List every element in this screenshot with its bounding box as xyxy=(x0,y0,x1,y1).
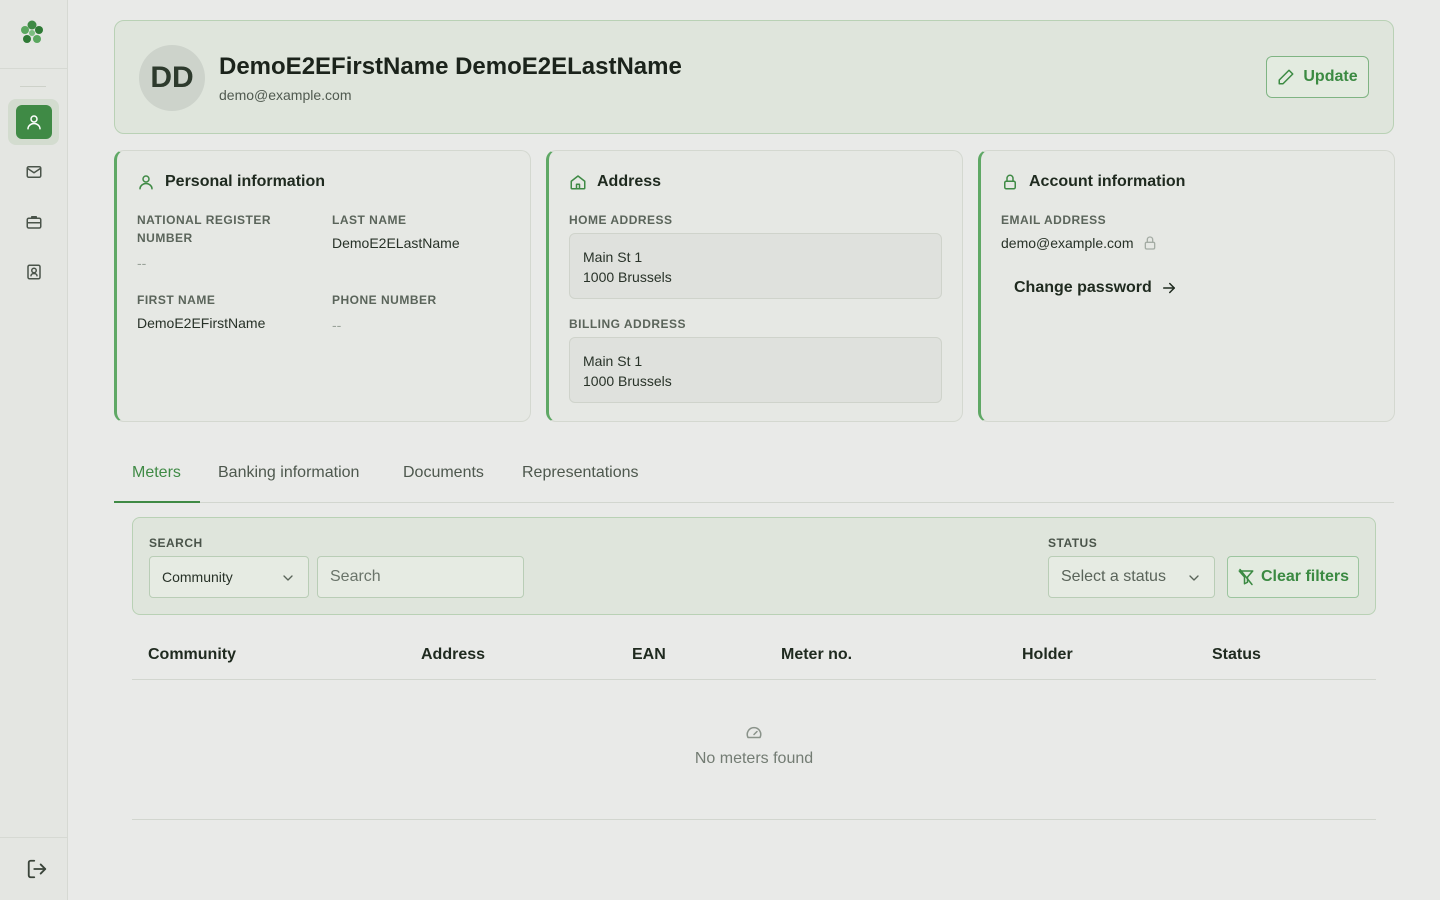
filter-clear-icon xyxy=(1238,568,1254,586)
address-title-text: Address xyxy=(597,173,662,190)
personal-info-card: Personal information NATIONAL REGISTER N… xyxy=(114,150,531,422)
tab-representations[interactable]: Representations xyxy=(522,464,639,482)
home-address-line1: Main St 1 xyxy=(583,249,643,265)
column-meter-no[interactable]: Meter no. xyxy=(781,646,852,664)
account-info-title: Account information xyxy=(1001,173,1185,191)
status-label: STATUS xyxy=(1048,536,1098,550)
last-name-label: LAST NAME xyxy=(332,213,407,227)
account-info-title-text: Account information xyxy=(1029,173,1186,190)
sidebar-item-profile-button[interactable] xyxy=(15,105,52,139)
phone-value: -- xyxy=(332,317,342,333)
home-icon xyxy=(570,175,586,190)
profile-header: DD DemoE2EFirstName DemoE2ELastName demo… xyxy=(114,20,1394,134)
status-select-placeholder: Select a status xyxy=(1061,568,1166,585)
arrow-right-icon xyxy=(1162,282,1175,294)
lock-icon xyxy=(1144,236,1155,250)
search-field-value: Community xyxy=(162,569,233,585)
column-ean[interactable]: EAN xyxy=(632,646,666,664)
email-address-label: EMAIL ADDRESS xyxy=(1001,213,1107,227)
pencil-icon xyxy=(1278,69,1294,85)
empty-state-text: No meters found xyxy=(694,750,814,767)
personal-info-title: Personal information xyxy=(137,173,325,191)
address-card: Address HOME ADDRESS Main St 1 1000 Brus… xyxy=(546,150,963,422)
first-name-label: FIRST NAME xyxy=(137,293,216,307)
chevron-down-icon xyxy=(1189,575,1199,581)
sidebar-item-messages[interactable] xyxy=(8,149,59,195)
briefcase-icon xyxy=(26,216,41,229)
billing-address-box: Main St 1 1000 Brussels xyxy=(569,337,942,403)
search-input[interactable]: Search xyxy=(317,556,524,598)
column-holder[interactable]: Holder xyxy=(1022,646,1073,664)
sidebar-divider xyxy=(0,68,67,69)
sidebar-item-jobs[interactable] xyxy=(8,199,59,245)
home-address-line2: 1000 Brussels xyxy=(583,269,672,285)
chevron-down-icon xyxy=(283,575,293,581)
email-address-value: demo@example.com xyxy=(1001,235,1134,251)
sidebar-item-contacts[interactable] xyxy=(8,249,59,295)
mail-icon xyxy=(26,166,41,178)
column-status[interactable]: Status xyxy=(1212,646,1261,664)
table-bottom-divider xyxy=(132,819,1376,820)
tab-banking-information[interactable]: Banking information xyxy=(218,464,359,482)
column-community[interactable]: Community xyxy=(148,646,236,664)
clear-filters-label: Clear filters xyxy=(1260,568,1350,585)
sidebar xyxy=(0,0,68,900)
update-button[interactable]: Update xyxy=(1266,56,1369,98)
contact-card-icon xyxy=(26,264,41,280)
sidebar-item-profile[interactable] xyxy=(8,99,59,145)
column-address[interactable]: Address xyxy=(421,646,485,664)
search-field-select[interactable]: Community xyxy=(149,556,309,598)
billing-address-line1: Main St 1 xyxy=(583,353,643,369)
profile-name: DemoE2EFirstName DemoE2ELastName xyxy=(219,53,682,80)
national-register-label: NATIONAL REGISTER NUMBER xyxy=(137,213,272,245)
change-password-link[interactable]: Change password xyxy=(1014,279,1178,297)
sidebar-divider xyxy=(20,86,46,87)
home-address-box: Main St 1 1000 Brussels xyxy=(569,233,942,299)
account-info-card: Account information EMAIL ADDRESS demo@e… xyxy=(978,150,1395,422)
lock-icon xyxy=(1004,174,1016,190)
search-label: SEARCH xyxy=(149,536,203,550)
logout-icon[interactable] xyxy=(26,858,48,880)
tab-bar: Meters Banking information Documents Rep… xyxy=(114,454,1394,503)
first-name-value: DemoE2EFirstName xyxy=(137,315,266,331)
clear-filters-button[interactable]: Clear filters xyxy=(1227,556,1359,598)
active-tab-underline xyxy=(114,501,200,503)
gauge-icon xyxy=(746,726,762,739)
tab-documents[interactable]: Documents xyxy=(403,464,484,482)
billing-address-line2: 1000 Brussels xyxy=(583,373,672,389)
filter-panel: SEARCH Community Search STATUS Select a … xyxy=(132,517,1376,615)
user-icon xyxy=(139,175,153,190)
home-address-label: HOME ADDRESS xyxy=(569,213,673,227)
profile-email: demo@example.com xyxy=(219,87,352,103)
change-password-label: Change password xyxy=(1014,279,1152,296)
national-register-value: -- xyxy=(137,255,147,271)
sidebar-divider xyxy=(0,837,67,838)
billing-address-label: BILLING ADDRESS xyxy=(569,317,687,331)
status-select[interactable]: Select a status xyxy=(1048,556,1215,598)
user-icon xyxy=(26,115,41,130)
update-button-label: Update xyxy=(1303,68,1358,85)
app-logo-icon[interactable] xyxy=(17,18,47,48)
empty-state: No meters found xyxy=(132,724,1376,768)
personal-info-title-text: Personal information xyxy=(165,173,326,190)
tab-meters[interactable]: Meters xyxy=(132,464,181,482)
last-name-value: DemoE2ELastName xyxy=(332,235,460,251)
meters-table-header: Community Address EAN Meter no. Holder S… xyxy=(132,632,1376,680)
phone-label: PHONE NUMBER xyxy=(332,293,437,307)
email-address-row: demo@example.com xyxy=(1001,235,1158,251)
address-title: Address xyxy=(569,173,661,191)
avatar: DD xyxy=(139,45,205,111)
